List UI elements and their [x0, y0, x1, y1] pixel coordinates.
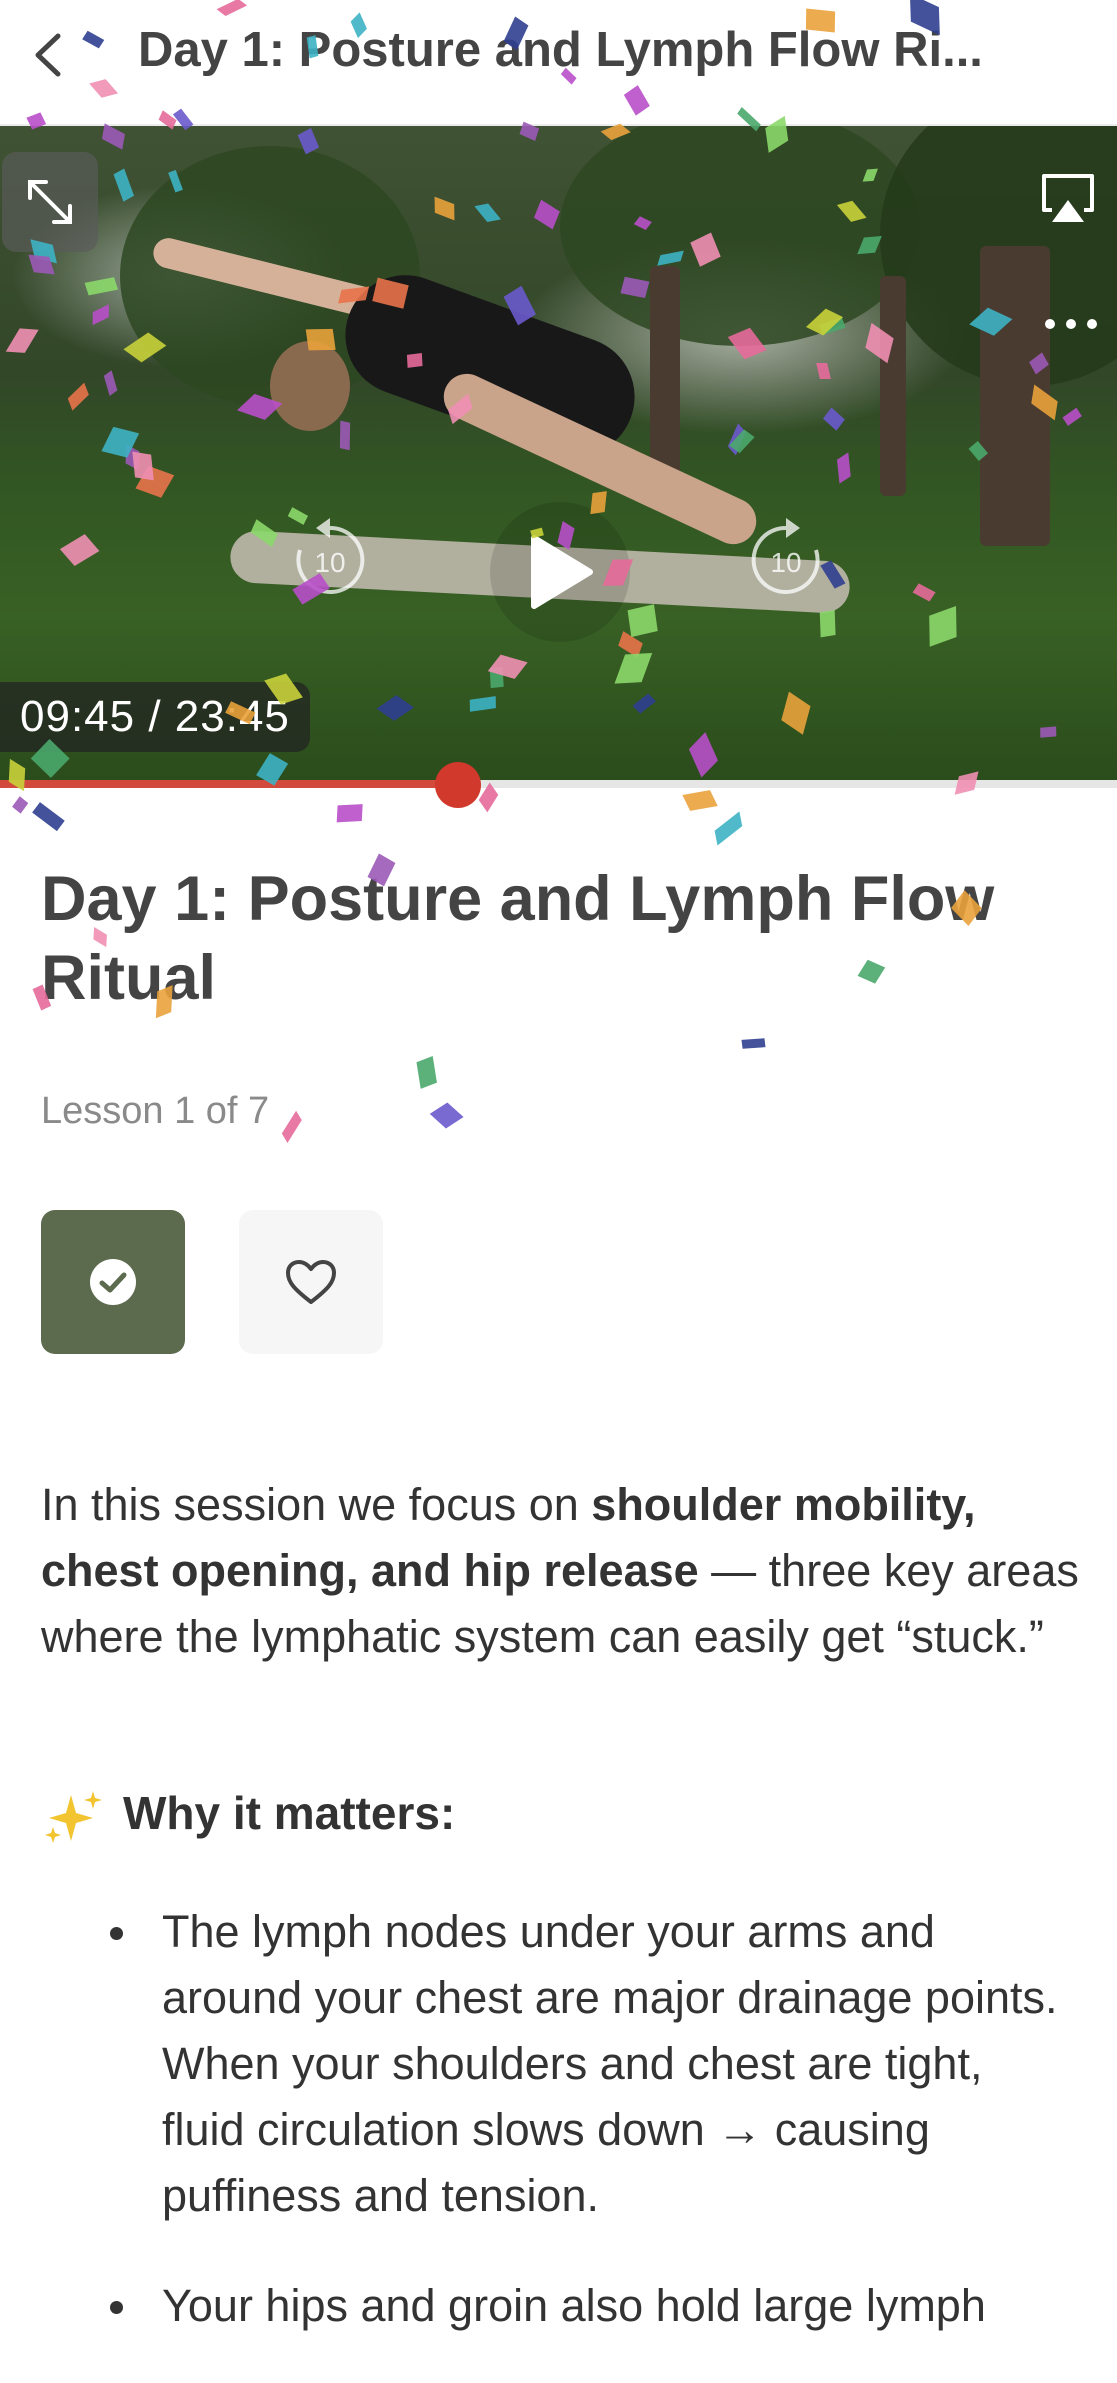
check-circle-icon — [90, 1259, 136, 1305]
list-item-text: Your hips and groin also hold large lymp… — [162, 2280, 986, 2331]
video-scenery — [560, 126, 920, 346]
confetti-piece — [281, 1110, 302, 1143]
confetti-piece — [429, 1102, 464, 1129]
airplay-button[interactable] — [1038, 170, 1098, 226]
confetti-piece — [714, 812, 742, 846]
lesson-count: Lesson 1 of 7 — [41, 1090, 270, 1132]
more-options-button[interactable] — [1040, 312, 1102, 336]
rewind-seconds: 10 — [314, 547, 345, 578]
confetti-piece — [416, 1055, 437, 1089]
favorite-button[interactable] — [239, 1210, 383, 1354]
progress-fill — [0, 780, 458, 788]
why-list: The lymph nodes under your arms and arou… — [106, 1899, 1066, 2383]
more-icon — [1045, 319, 1097, 329]
play-button[interactable] — [490, 502, 630, 642]
fullscreen-button[interactable] — [2, 152, 98, 252]
progress-scrubber[interactable] — [434, 762, 481, 808]
video-scenery — [980, 246, 1050, 546]
heart-icon — [286, 1260, 336, 1304]
instructor-figure — [270, 341, 350, 431]
list-item: The lymph nodes under your arms and arou… — [106, 1899, 1066, 2229]
confetti-piece — [31, 802, 65, 831]
header-title: Day 1: Posture and Lymph Flow Ri... — [138, 23, 983, 77]
list-item: Your hips and groin also hold large lymp… — [106, 2273, 1066, 2339]
bullet-dot — [110, 1927, 123, 1940]
rewind-button[interactable]: 10 — [270, 500, 390, 620]
video-player[interactable]: 10 10 09:45 / 23:45 — [0, 126, 1117, 780]
time-display: 09:45 / 23:45 — [0, 682, 310, 752]
play-icon — [531, 535, 593, 609]
sparkles-icon — [45, 1790, 102, 1843]
chevron-left-icon — [35, 33, 61, 77]
nav-header: Day 1: Posture and Lymph Flow Ri... — [0, 0, 1117, 126]
list-item-text: The lymph nodes under your arms and arou… — [162, 1906, 1058, 2221]
intro-text: In this session we focus on — [41, 1479, 592, 1530]
forward-button[interactable]: 10 — [726, 500, 846, 620]
lesson-title: Day 1: Posture and Lymph Flow Ritual — [41, 864, 995, 1013]
rewind-10-icon: 10 — [296, 518, 365, 594]
lesson-description: In this session we focus on shoulder mob… — [41, 1472, 1081, 1670]
back-button[interactable] — [14, 20, 84, 90]
why-heading: Why it matters: — [41, 1786, 455, 1845]
confetti-piece — [682, 790, 718, 811]
forward-seconds: 10 — [770, 547, 801, 578]
confetti-piece — [336, 803, 363, 822]
why-heading-text: Why it matters: — [123, 1787, 456, 1839]
bullet-dot — [110, 2301, 123, 2314]
progress-track[interactable] — [0, 780, 1117, 788]
expand-icon — [28, 180, 72, 224]
video-scenery — [880, 276, 906, 496]
confetti-piece — [741, 1038, 766, 1049]
mark-complete-button[interactable] — [41, 1210, 185, 1354]
forward-10-icon: 10 — [751, 518, 820, 594]
confetti-piece — [12, 796, 29, 814]
airplay-icon — [1042, 174, 1094, 222]
